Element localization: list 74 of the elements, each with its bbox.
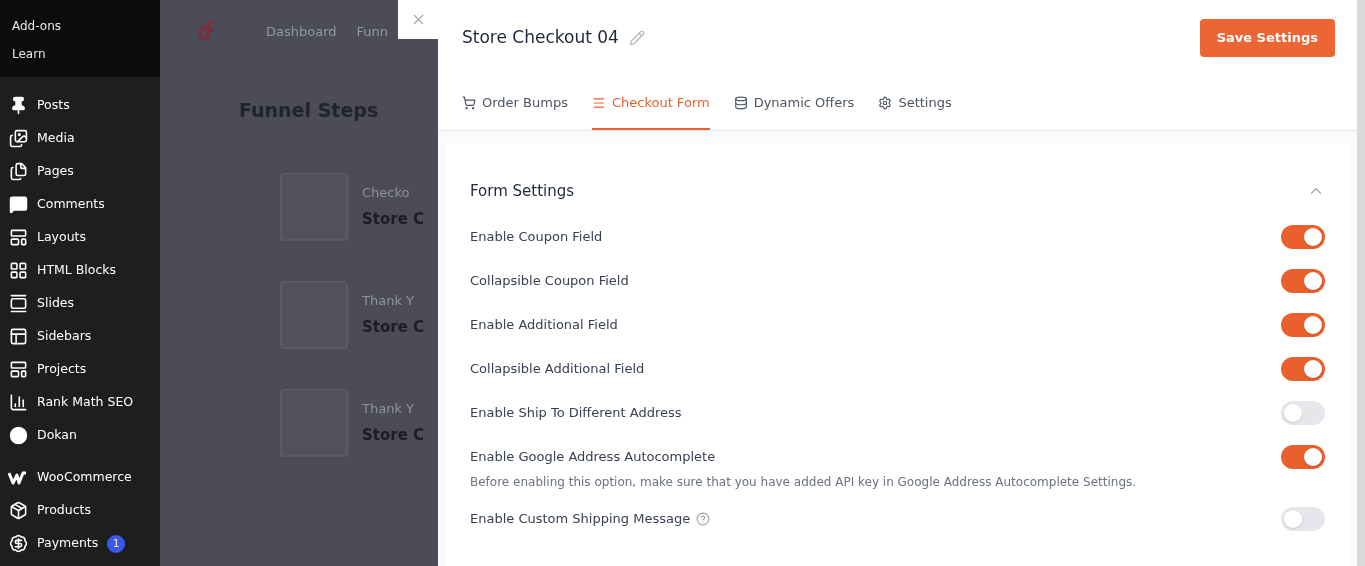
setting-label: Collapsible Additional Field [470, 360, 645, 379]
section-title: Form Settings [470, 180, 575, 202]
w-icon [8, 470, 28, 485]
step-type: Thank Y [362, 399, 415, 418]
toggle-switch[interactable] [1281, 507, 1325, 531]
toggle-switch[interactable] [1281, 357, 1325, 381]
setting-label: Collapsible Coupon Field [470, 272, 629, 291]
table-icon [8, 327, 28, 346]
close-button[interactable] [398, 0, 438, 39]
menu-label: Slides [37, 294, 75, 313]
toggle-switch[interactable] [1281, 269, 1325, 293]
media-icon [8, 129, 28, 148]
count-badge: 1 [107, 534, 126, 553]
menu-item[interactable]: Layouts [0, 221, 160, 254]
menu-label: HTML Blocks [37, 261, 117, 280]
menu-label: Projects [37, 360, 87, 379]
menu-item[interactable]: Media [0, 122, 160, 155]
menu-label: Layouts [37, 228, 86, 247]
edit-icon[interactable] [628, 30, 645, 46]
circle-icon [8, 426, 28, 445]
setting-note: Before enabling this option, make sure that you have added API key in Google Address Autocomplete Settings. [470, 474, 1138, 491]
step-type: Thank Y [362, 291, 415, 310]
menu-item[interactable]: Posts [0, 89, 160, 122]
setting-label: Enable Additional Field [470, 316, 618, 335]
menu-label: Products [37, 501, 91, 520]
submenu-item[interactable]: Learn [0, 40, 160, 68]
chart-icon [8, 393, 28, 412]
menu-item[interactable]: Payments 1 [0, 527, 160, 560]
menu-item[interactable]: Sidebars [0, 320, 160, 353]
menu-item[interactable]: Dokan [0, 419, 160, 452]
step-type: Checko [362, 183, 411, 202]
toggle-switch[interactable] [1281, 225, 1325, 249]
pages-icon [8, 162, 28, 181]
slides-icon [8, 294, 28, 313]
toggle-switch[interactable] [1281, 445, 1325, 469]
database-icon [733, 96, 748, 110]
menu-label: Posts [37, 96, 70, 115]
settings-icon [878, 96, 893, 110]
menu-icon [591, 96, 606, 110]
toggle-switch[interactable] [1281, 313, 1325, 337]
menu-label: Media [37, 129, 75, 148]
setting-label: Enable Ship To Different Address [470, 404, 682, 423]
menu-label: Dokan [37, 426, 77, 445]
grid-icon [8, 261, 28, 280]
toggle-switch[interactable] [1281, 401, 1325, 425]
setting-label: Enable Google Address Autocomplete [470, 448, 716, 467]
menu-item[interactable]: Comments [0, 188, 160, 221]
tab[interactable]: Order Bumps [462, 76, 568, 130]
tab[interactable]: Settings [878, 76, 952, 130]
menu-label: Pages [37, 162, 74, 181]
menu-item[interactable]: Pages [0, 155, 160, 188]
comment-icon [8, 195, 28, 214]
cart-icon [462, 96, 476, 110]
menu-item[interactable]: Projects [0, 353, 160, 386]
menu-label: Payments [37, 534, 99, 553]
setting-label: Enable Custom Shipping Message [470, 510, 691, 529]
menu-label: Sidebars [37, 327, 92, 346]
menu-item[interactable]: Slides [0, 287, 160, 320]
help-icon[interactable] [696, 512, 711, 526]
tab[interactable]: Dynamic Offers [733, 76, 855, 130]
setting-label: Enable Coupon Field [470, 228, 603, 247]
layout-icon [8, 228, 28, 247]
layout-icon [8, 360, 28, 379]
submenu-item[interactable]: Add-ons [0, 12, 160, 40]
menu-item[interactable]: Products [0, 494, 160, 527]
menu-label: Comments [37, 195, 105, 214]
menu-item[interactable]: WooCommerce [0, 461, 160, 494]
dollar-icon [8, 534, 28, 553]
menu-item[interactable]: Rank Math SEO [0, 386, 160, 419]
menu-item[interactable]: HTML Blocks [0, 254, 160, 287]
panel-title: Store Checkout 04 [462, 26, 619, 50]
box-icon [8, 501, 28, 520]
menu-label: Rank Math SEO [37, 393, 134, 412]
menu-label: WooCommerce [37, 468, 132, 487]
